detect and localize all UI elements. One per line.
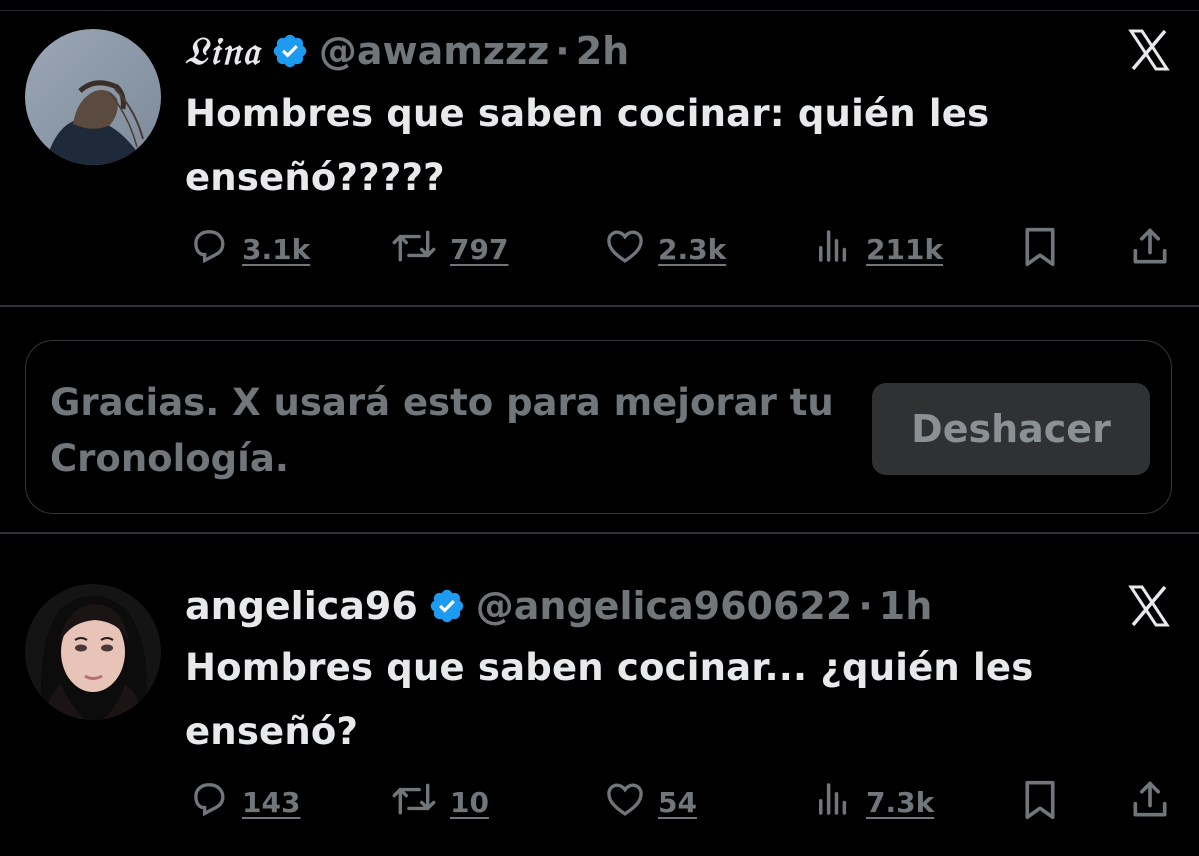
- reply-count: 143: [242, 786, 301, 819]
- views-icon: [812, 778, 854, 827]
- repost-icon: [390, 225, 438, 274]
- tweet-2[interactable]: angelica96 @angelica960622 · 1h Hombres …: [0, 534, 1199, 856]
- bookmark-icon: [1020, 225, 1060, 276]
- share-icon: [1128, 778, 1172, 829]
- tweet-1[interactable]: 𝔏𝔦𝔫𝔞 @awamzzz · 2h Hombres que saben coc…: [0, 0, 1199, 305]
- like-count: 54: [658, 786, 697, 819]
- bookmark-icon: [1020, 778, 1060, 829]
- timestamp[interactable]: 1h: [879, 581, 933, 631]
- divider: [0, 305, 1199, 307]
- share-button[interactable]: [1128, 778, 1172, 829]
- views-count: 211k: [866, 233, 944, 266]
- views-count: 7.3k: [866, 786, 935, 819]
- views-icon: [812, 225, 854, 274]
- views-button[interactable]: 211k: [812, 225, 943, 274]
- share-button[interactable]: [1128, 225, 1172, 276]
- views-button[interactable]: 7.3k: [812, 778, 934, 827]
- bookmark-button[interactable]: [1020, 778, 1060, 829]
- repost-count: 10: [450, 786, 489, 819]
- display-name[interactable]: 𝔏𝔦𝔫𝔞: [185, 26, 261, 76]
- action-bar: 3.1k 797 2.3k 211k: [0, 222, 1199, 272]
- separator: ·: [858, 584, 873, 628]
- notice-message: Gracias. X usará esto para mejorar tu Cr…: [50, 381, 834, 480]
- reply-icon: [188, 225, 230, 274]
- like-icon: [604, 778, 646, 827]
- handle[interactable]: @awamzzz: [319, 26, 549, 76]
- verified-badge-icon: [428, 587, 466, 625]
- tweet-text: Hombres que saben cocinar... ¿quién les …: [185, 646, 1034, 753]
- timestamp[interactable]: 2h: [576, 26, 630, 76]
- tweet-header: 𝔏𝔦𝔫𝔞 @awamzzz · 2h: [185, 26, 629, 76]
- reply-button[interactable]: 143: [188, 778, 300, 827]
- repost-count: 797: [450, 233, 509, 266]
- like-icon: [604, 225, 646, 274]
- repost-button[interactable]: 797: [390, 225, 508, 274]
- verified-badge-icon: [271, 32, 309, 70]
- bookmark-button[interactable]: [1020, 225, 1060, 276]
- close-x-icon[interactable]: [1127, 28, 1171, 72]
- feedback-notice: Gracias. X usará esto para mejorar tu Cr…: [25, 340, 1172, 514]
- like-button[interactable]: 54: [604, 778, 697, 827]
- repost-icon: [390, 778, 438, 827]
- action-bar: 143 10 54 7.3k: [0, 775, 1199, 825]
- tweet-text: Hombres que saben cocinar: quién les ens…: [185, 92, 990, 199]
- avatar[interactable]: [25, 29, 161, 165]
- tweet-header: angelica96 @angelica960622 · 1h: [185, 581, 932, 631]
- close-x-icon[interactable]: [1127, 584, 1171, 628]
- reply-count: 3.1k: [242, 233, 311, 266]
- share-icon: [1128, 225, 1172, 276]
- undo-button[interactable]: Deshacer: [872, 383, 1150, 475]
- reply-button[interactable]: 3.1k: [188, 225, 310, 274]
- handle[interactable]: @angelica960622: [476, 581, 853, 631]
- reply-icon: [188, 778, 230, 827]
- separator: ·: [555, 29, 570, 73]
- display-name[interactable]: angelica96: [185, 581, 418, 631]
- like-button[interactable]: 2.3k: [604, 225, 726, 274]
- like-count: 2.3k: [658, 233, 727, 266]
- repost-button[interactable]: 10: [390, 778, 489, 827]
- avatar[interactable]: [25, 584, 161, 720]
